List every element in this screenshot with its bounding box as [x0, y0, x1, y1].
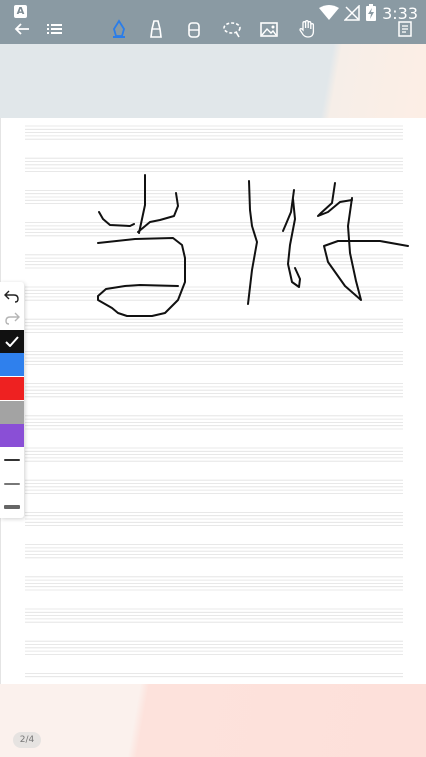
wifi-icon — [319, 5, 340, 20]
stroke-medium-button[interactable] — [0, 472, 24, 495]
eraser-icon[interactable] — [183, 18, 205, 40]
app-badge: A — [14, 5, 27, 18]
stroke-thick-button[interactable] — [0, 495, 24, 518]
back-icon[interactable] — [11, 18, 33, 40]
page-indicator[interactable]: 2/4 — [13, 732, 41, 748]
lasso-icon[interactable] — [221, 18, 243, 40]
pen-icon[interactable] — [108, 18, 130, 40]
color-swatch-purple[interactable] — [0, 424, 24, 447]
color-swatch-gray[interactable] — [0, 401, 24, 424]
background-bottom — [0, 684, 426, 757]
color-swatch-red[interactable] — [0, 377, 24, 400]
notes-icon[interactable] — [394, 18, 416, 40]
menu-icon[interactable] — [43, 18, 65, 40]
background-top — [0, 44, 426, 118]
color-swatch-blue[interactable] — [0, 353, 24, 376]
note-page[interactable] — [0, 118, 426, 684]
hand-icon[interactable] — [296, 18, 318, 40]
stroke-thin-button[interactable] — [0, 448, 24, 471]
pen-palette — [0, 282, 24, 518]
top-toolbar: A 3:33 — [0, 0, 426, 44]
signal-icon — [344, 5, 360, 21]
battery-icon — [366, 4, 377, 21]
ruled-lines — [25, 125, 403, 678]
check-icon — [5, 336, 19, 347]
image-icon[interactable] — [258, 18, 280, 40]
highlighter-icon[interactable] — [145, 18, 167, 40]
undo-icon[interactable] — [0, 284, 24, 307]
redo-icon[interactable] — [0, 306, 24, 329]
